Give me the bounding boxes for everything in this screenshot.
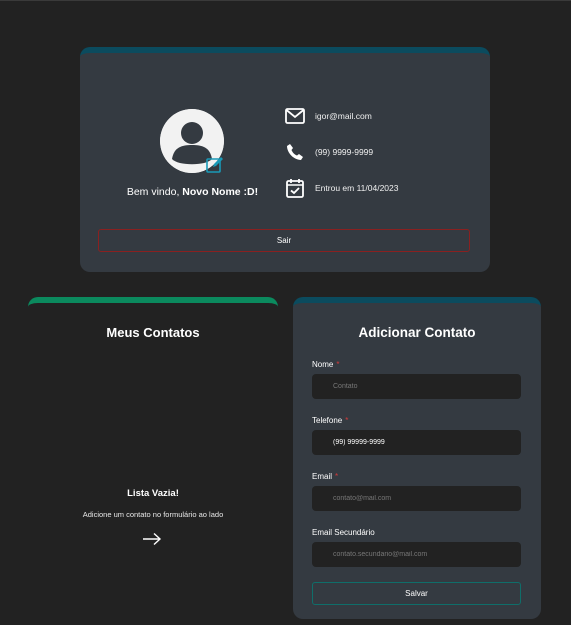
profile-card: Bem vindo, Novo Nome :D! igor@mail.com (… <box>80 47 490 272</box>
email-input[interactable] <box>312 486 521 511</box>
secondary-email-label: Email Secundário <box>312 528 375 537</box>
email-label-text: Email <box>312 472 333 481</box>
welcome-message: Bem vindo, Novo Nome :D! <box>80 186 305 198</box>
secondary-email-input[interactable] <box>312 542 521 567</box>
welcome-prefix: Bem vindo, <box>126 186 180 198</box>
phone-label: Telefone * <box>312 416 348 425</box>
joined-row: Entrou em 11/04/2023 <box>284 177 399 199</box>
contacts-panel: Meus Contatos Lista Vazia! Adicione um c… <box>28 297 278 625</box>
save-button[interactable]: Salvar <box>312 582 521 605</box>
profile-joined: Entrou em 11/04/2023 <box>315 183 399 193</box>
edit-icon[interactable] <box>206 156 224 174</box>
phone-label-text: Telefone <box>312 416 343 425</box>
profile-phone: (99) 9999-9999 <box>315 147 374 157</box>
logout-button[interactable]: Sair <box>98 229 470 252</box>
required-mark: * <box>336 360 340 369</box>
form-title: Adicionar Contato <box>358 325 476 340</box>
phone-input[interactable] <box>312 430 521 455</box>
name-label: Nome * <box>312 360 339 369</box>
name-label-text: Nome <box>312 360 334 369</box>
add-contact-form: Adicionar Contato Nome* Telefone* Email*… <box>293 297 541 619</box>
profile-email: igor@mail.com <box>315 111 372 121</box>
required-mark: * <box>335 472 339 481</box>
phone-row: (99) 9999-9999 <box>284 141 373 163</box>
secondary-email-label-text: Email Secundário <box>312 528 375 537</box>
contacts-title: Meus Contatos <box>106 325 200 340</box>
calendar-check-icon <box>284 177 306 199</box>
required-mark: * <box>345 416 349 425</box>
arrow-right-icon <box>142 532 162 546</box>
phone-icon <box>284 141 306 163</box>
empty-list-title: Lista Vazia! <box>127 488 179 499</box>
email-row: igor@mail.com <box>284 105 372 127</box>
empty-list-subtitle: Adicione um contato no formulário ao lad… <box>82 510 224 519</box>
user-name: Novo Nome :D! <box>182 186 259 198</box>
email-label: Email * <box>312 472 338 481</box>
envelope-icon <box>284 105 306 127</box>
name-input[interactable] <box>312 374 521 399</box>
